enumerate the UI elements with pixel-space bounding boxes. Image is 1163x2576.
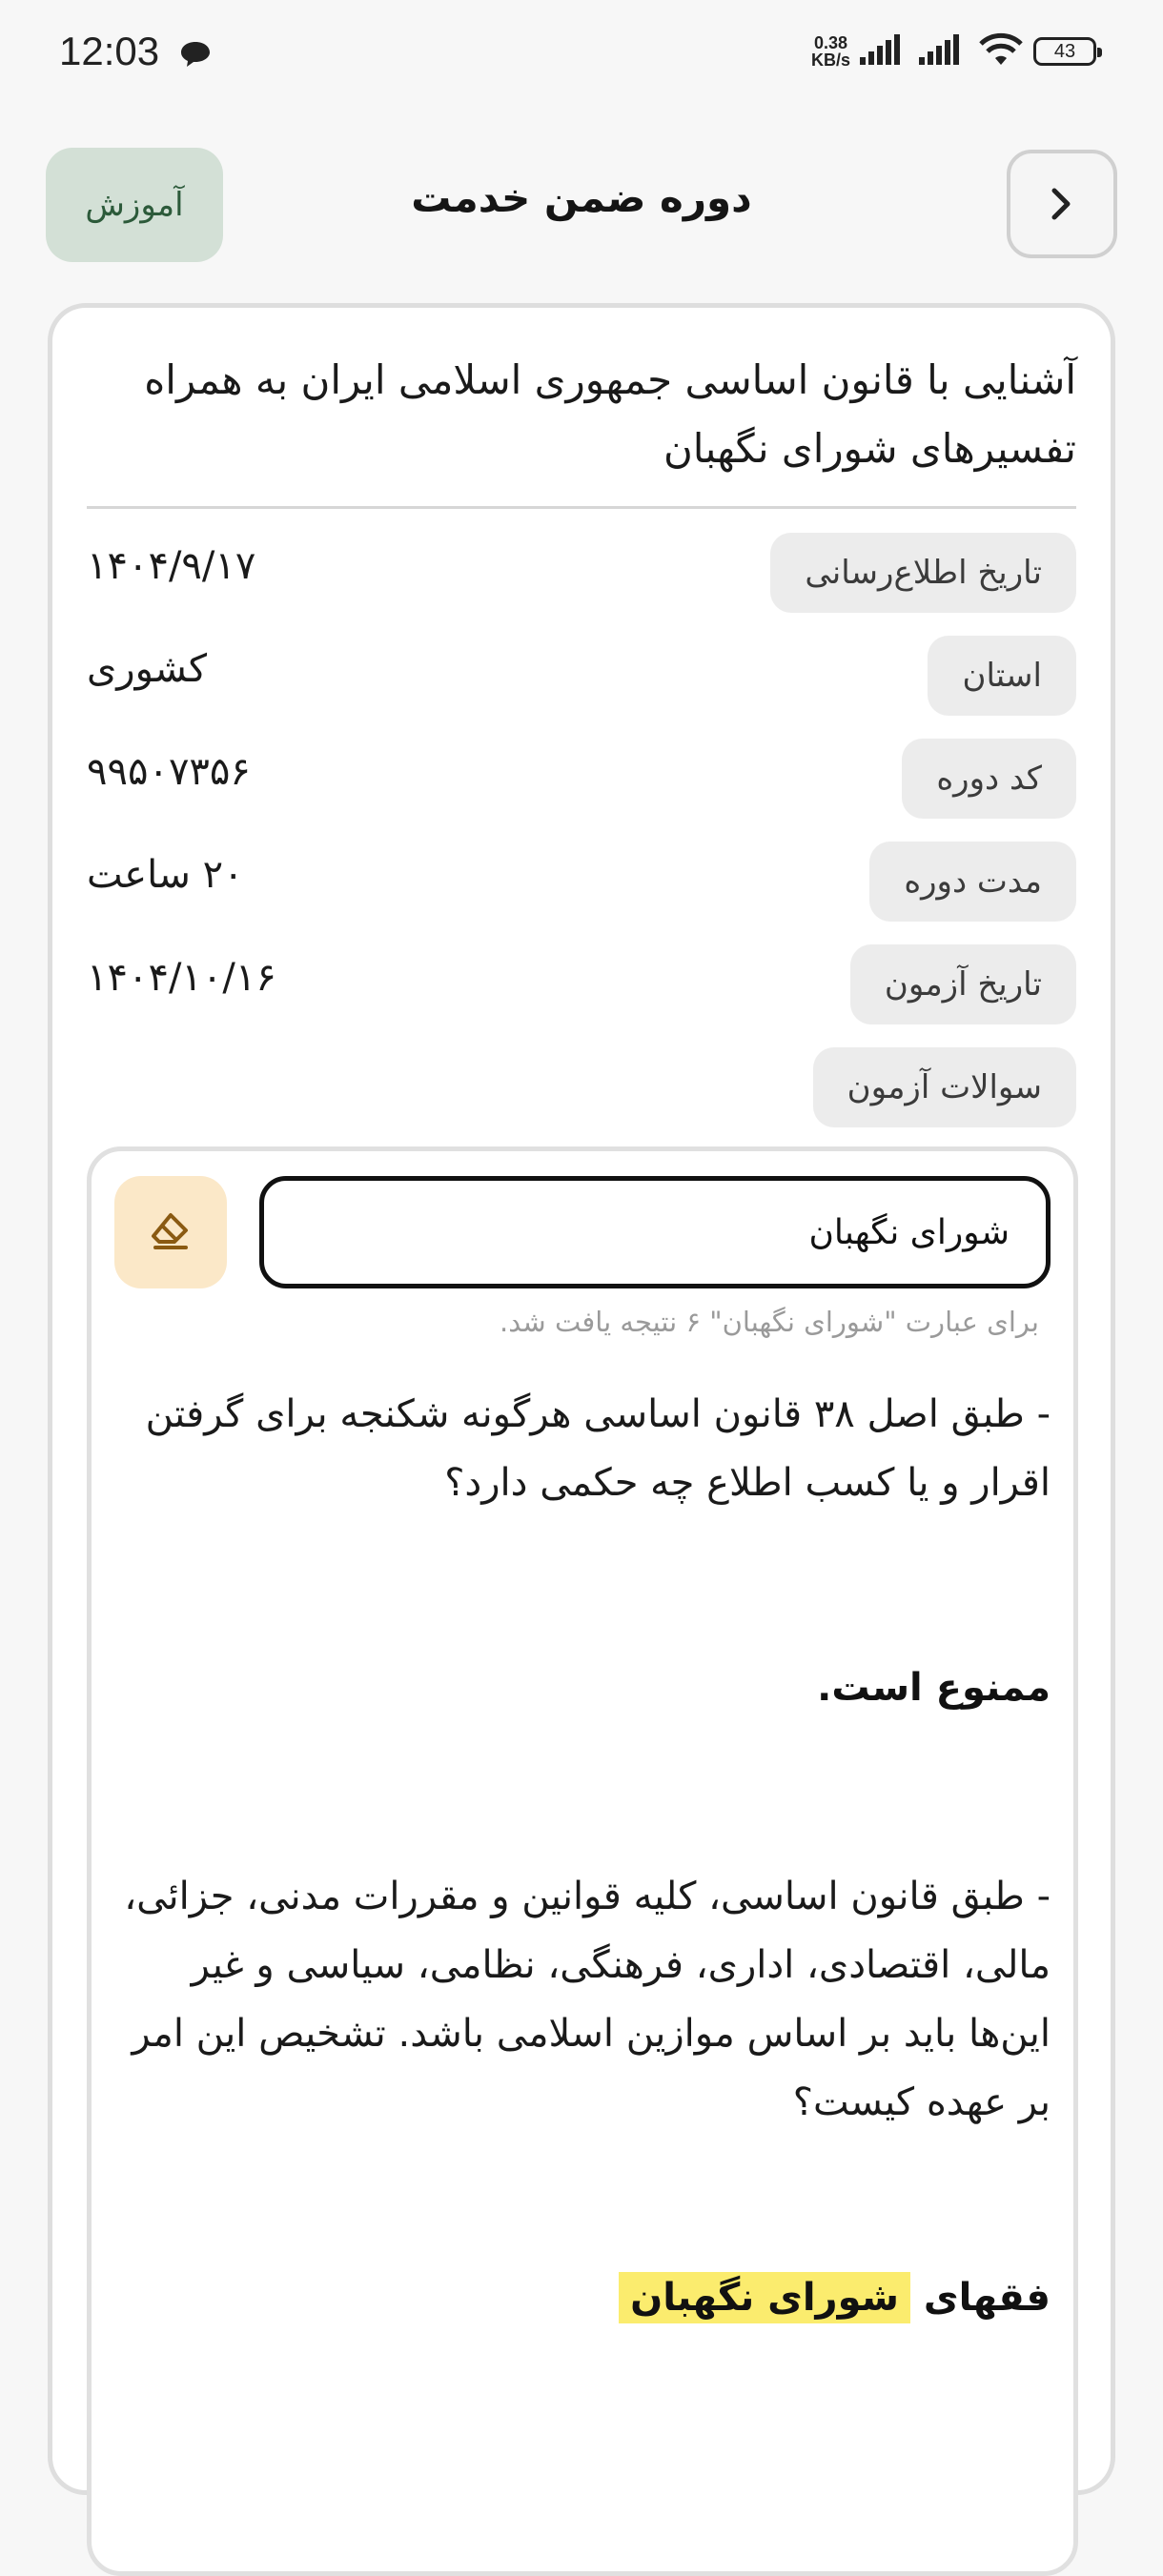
search-input[interactable]	[259, 1176, 1051, 1288]
info-label: سوالات آزمون	[812, 1047, 1076, 1127]
net-speed: 0.38 KB/s	[811, 34, 850, 69]
signal-icon-2	[919, 34, 969, 69]
question-text: - طبق قانون اساسی، کلیه قوانین و مقررات …	[124, 1875, 1051, 2124]
course-card: آشنایی با قانون اساسی جمهوری اسلامی ایرا…	[48, 303, 1115, 2576]
info-value: کشوری	[87, 647, 208, 691]
app-header: دوره ضمن خدمت آموزش	[0, 148, 1163, 262]
info-row-exam-date: تاریخ آزمون ۱۴۰۴/۱۰/۱۶	[87, 944, 1076, 1024]
info-value: ۲۰ ساعت	[87, 853, 244, 897]
net-speed-unit: KB/s	[810, 51, 850, 70]
signal-icon	[860, 34, 909, 69]
info-value: ۱۴۰۴/۱۰/۱۶	[87, 956, 276, 1000]
course-title: آشنایی با قانون اساسی جمهوری اسلامی ایرا…	[144, 356, 1076, 472]
info-row-exam-questions: سوالات آزمون	[87, 1047, 1076, 1127]
battery-icon: 43	[1033, 37, 1102, 66]
search-highlight: شورای نگهبان	[619, 2272, 910, 2323]
eraser-icon	[152, 1213, 188, 1249]
info-row-notice-date: تاریخ اطلاع‌رسانی ۱۴۰۴/۹/۱۷	[87, 533, 1076, 613]
education-button[interactable]: آموزش	[46, 148, 223, 262]
info-label: تاریخ آزمون	[849, 944, 1076, 1024]
info-value: ۱۴۰۴/۹/۱۷	[87, 544, 256, 588]
questions-panel: برای عبارت "شورای نگهبان" ۶ نتیجه یافت ش…	[87, 1146, 1078, 2576]
status-icons: 0.38 KB/s 43	[811, 32, 1102, 71]
answer-text: فقهای شورای نگهبان	[619, 2272, 1051, 2323]
status-time: 12:03	[59, 29, 160, 73]
info-value: ۹۹۵۰۷۳۵۶	[87, 750, 251, 794]
info-row-province: استان کشوری	[87, 636, 1076, 716]
battery-level: 43	[1053, 40, 1076, 62]
answer-prefix: فقهای	[923, 2276, 1051, 2320]
answer-text: ممنوع است.	[817, 1666, 1051, 1710]
info-row-course-code: کد دوره ۹۹۵۰۷۳۵۶	[87, 739, 1076, 819]
info-row-duration: مدت دوره ۲۰ ساعت	[87, 842, 1076, 922]
question-text: - طبق اصل ۳۸ قانون اساسی هرگونه شکنجه بر…	[145, 1392, 1051, 1505]
status-bar: 12:03 0.38 KB/s 43	[0, 0, 1163, 114]
wifi-icon	[978, 32, 1024, 71]
info-label: استان	[928, 636, 1076, 716]
search-result-count: برای عبارت "شورای نگهبان" ۶ نتیجه یافت ش…	[499, 1306, 1039, 1338]
info-label: تاریخ اطلاع‌رسانی	[770, 533, 1076, 613]
chat-notification-icon	[179, 40, 212, 72]
info-label: کد دوره	[902, 739, 1076, 819]
info-label: مدت دوره	[869, 842, 1076, 922]
clear-search-button[interactable]	[114, 1176, 227, 1288]
net-speed-value: 0.38	[813, 33, 848, 52]
divider	[87, 506, 1076, 509]
